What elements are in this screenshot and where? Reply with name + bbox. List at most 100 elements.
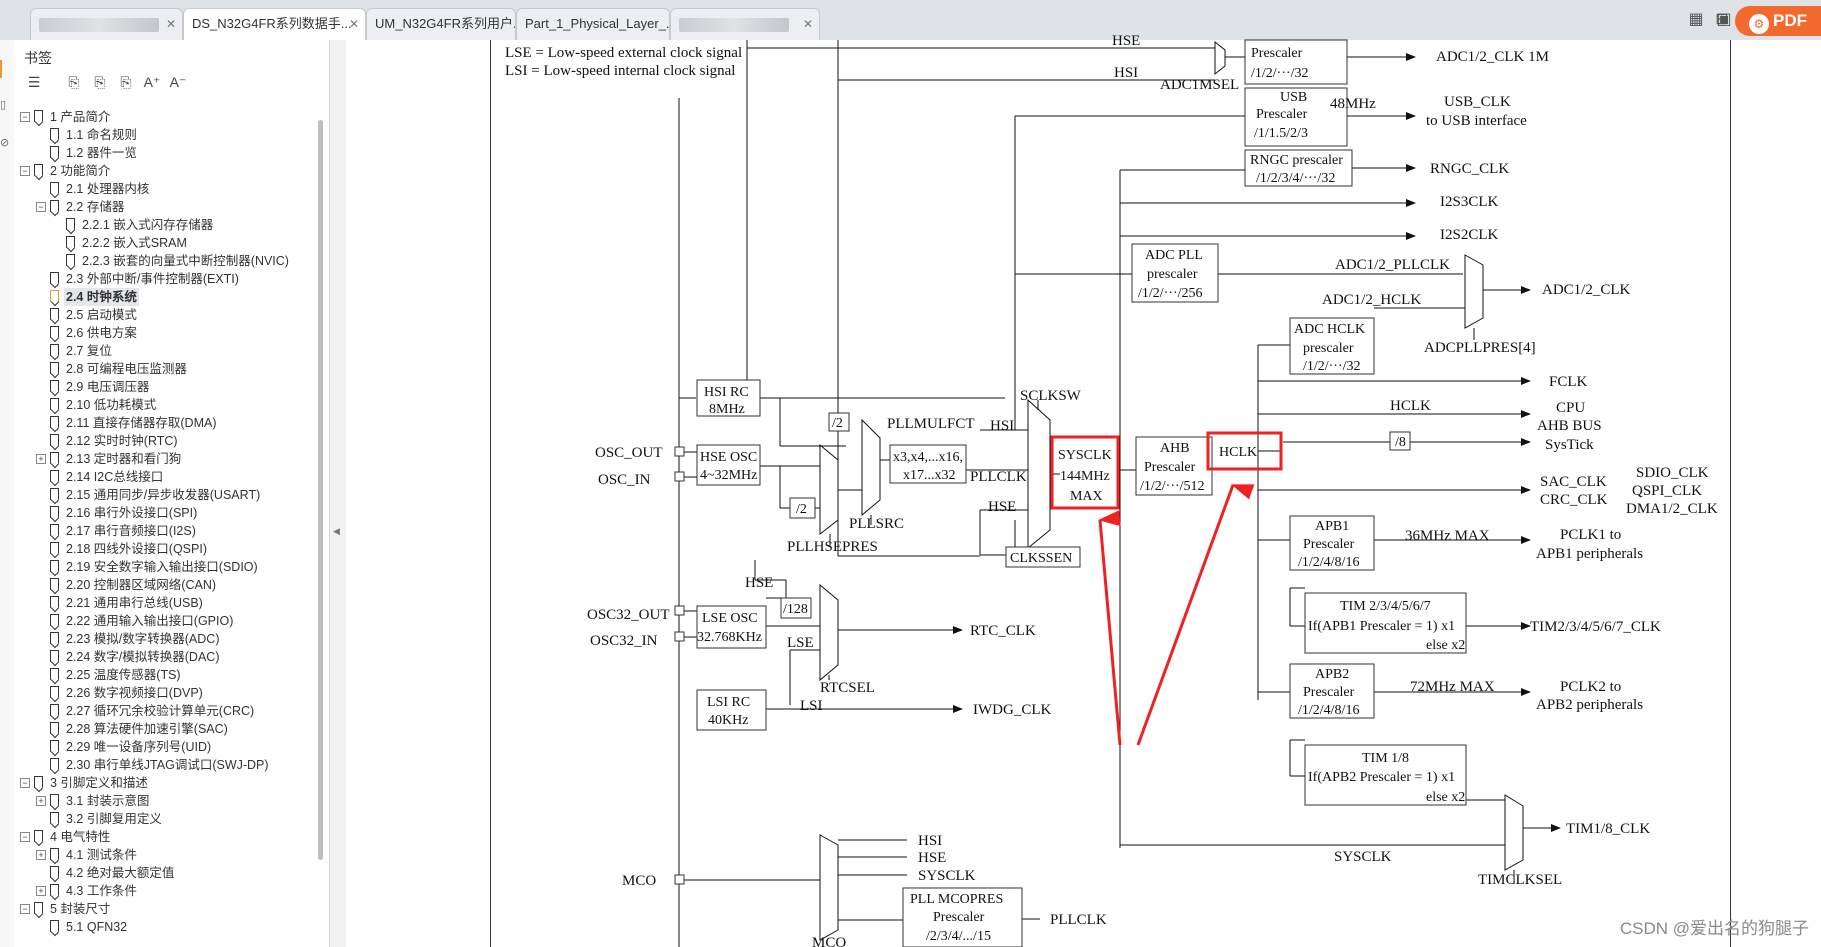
- block-text: RNGC prescaler: [1250, 153, 1343, 168]
- label: ADC1/2_CLK 1M: [1436, 49, 1549, 65]
- red-arrow-hclk: [1136, 484, 1255, 746]
- label: PLLCLK: [970, 469, 1027, 485]
- block-text: APB2: [1315, 667, 1349, 682]
- label: HSE: [1112, 33, 1140, 49]
- label: MCO: [622, 873, 656, 889]
- block-text: APB1: [1315, 519, 1349, 534]
- clock-tree-diagram: LSE = Low-speed external clock signal LS…: [505, 33, 1718, 947]
- block-text: LSE OSC: [702, 611, 758, 626]
- label: PLLHSEPRES: [787, 539, 878, 555]
- block-text: else x2: [1426, 790, 1465, 805]
- label: LSE: [787, 635, 814, 651]
- block-text: x3,x4,...x16,: [893, 450, 963, 465]
- label: TIM1/8_CLK: [1566, 821, 1650, 837]
- label: HSE: [988, 499, 1016, 515]
- block-text: ADC HCLK: [1294, 322, 1365, 337]
- block-text: TIM 2/3/4/5/6/7: [1340, 599, 1431, 614]
- label: SDIO_CLK: [1636, 465, 1709, 481]
- label: ADCPLLPRES[4]: [1424, 340, 1536, 356]
- block-text: /1/1.5/2/3: [1254, 126, 1308, 141]
- block-text: x17...x32: [903, 468, 956, 483]
- label: OSC_OUT: [595, 445, 663, 461]
- label: 48MHz: [1330, 96, 1376, 112]
- label: HSE: [918, 850, 946, 866]
- block-text: HCLK: [1219, 445, 1257, 460]
- block-text: Prescaler: [933, 910, 985, 925]
- label: ADC1/2_PLLCLK: [1335, 257, 1450, 273]
- block-text: 40KHz: [708, 713, 748, 728]
- label: HSI: [918, 833, 942, 849]
- label: HCLK: [1390, 398, 1431, 414]
- label: CRC_CLK: [1540, 492, 1608, 508]
- label: APB2 peripherals: [1536, 697, 1643, 713]
- block-text: AHB: [1160, 441, 1190, 456]
- label: AHB BUS: [1537, 418, 1602, 434]
- block-text: Prescaler: [1251, 46, 1303, 61]
- label: LSI: [800, 698, 823, 714]
- label: PCLK2 to: [1560, 679, 1621, 695]
- label: ADC1/2_HCLK: [1322, 292, 1421, 308]
- label: RNGC_CLK: [1430, 161, 1509, 177]
- block-text: /1/2/3/4/···/32: [1256, 171, 1335, 186]
- label: OSC32_OUT: [587, 607, 670, 623]
- label: SYSCLK: [1334, 849, 1392, 865]
- diagram-text: LSE = Low-speed external clock signal LS…: [505, 33, 1718, 947]
- label: USB_CLK: [1444, 94, 1511, 110]
- block-text: If(APB2 Prescaler = 1) x1: [1308, 770, 1455, 785]
- block-text: /1/2/4/8/16: [1298, 555, 1359, 570]
- block-text: HSI RC: [704, 385, 749, 400]
- watermark: CSDN @爱出名的狗腿子: [1619, 919, 1809, 938]
- label: TIMCLKSEL: [1478, 872, 1562, 888]
- label: QSPI_CLK: [1632, 483, 1702, 499]
- label: APB1 peripherals: [1536, 546, 1643, 562]
- label: SysTick: [1545, 437, 1594, 453]
- label: ADC1MSEL: [1160, 77, 1239, 93]
- label: OSC32_IN: [590, 633, 658, 649]
- block-text: Prescaler: [1256, 107, 1308, 122]
- label: FCLK: [1549, 374, 1588, 390]
- block-text: Prescaler: [1303, 537, 1355, 552]
- block-text: PLL MCOPRES: [910, 892, 1003, 907]
- block-text: prescaler: [1303, 341, 1354, 356]
- label: to USB interface: [1426, 113, 1527, 129]
- block-text: 8MHz: [709, 402, 745, 417]
- label: PLLMULFCT: [887, 416, 975, 432]
- label: HSI: [990, 418, 1014, 434]
- label: I2S2CLK: [1440, 227, 1499, 243]
- block-text: 4~32MHz: [700, 468, 757, 483]
- block-text: /1/2/···/256: [1138, 286, 1203, 301]
- block-text: HSE OSC: [700, 450, 757, 465]
- label: PLLSRC: [849, 516, 904, 532]
- label: HSI: [1114, 65, 1138, 81]
- legend-lsi: LSI = Low-speed internal clock signal: [505, 63, 735, 79]
- block-text: USB: [1280, 90, 1307, 105]
- label: 36MHz MAX: [1405, 528, 1490, 544]
- label: /128: [783, 602, 808, 617]
- block-text: 144MHz: [1060, 469, 1110, 484]
- label: MCO: [812, 935, 846, 947]
- label: SAC_CLK: [1540, 474, 1607, 490]
- label: RTCSEL: [820, 680, 875, 696]
- label: RTC_CLK: [970, 623, 1036, 639]
- label: I2S3CLK: [1440, 194, 1499, 210]
- block-text: prescaler: [1147, 267, 1198, 282]
- block-text: TIM 1/8: [1362, 751, 1409, 766]
- label: SYSCLK: [918, 868, 976, 884]
- label: /2: [832, 416, 843, 431]
- block-text: else x2: [1426, 638, 1465, 653]
- block-text: Prescaler: [1303, 685, 1355, 700]
- block-text: 32.768KHz: [697, 630, 762, 645]
- label: CPU: [1556, 400, 1585, 416]
- block-text: /1/2/···/32: [1303, 359, 1361, 374]
- label: PLLCLK: [1050, 912, 1107, 928]
- block-text: /1/2/4/8/16: [1298, 703, 1359, 718]
- block-text: /1/2/···/32: [1251, 66, 1309, 81]
- label: PCLK1 to: [1560, 527, 1621, 543]
- block-text: LSI RC: [707, 695, 750, 710]
- legend-lse: LSE = Low-speed external clock signal: [505, 45, 742, 61]
- label: SCLKSW: [1020, 388, 1082, 404]
- block-text: /1/2/···/512: [1140, 479, 1205, 494]
- block-text: Prescaler: [1144, 460, 1196, 475]
- block-text: SYSCLK: [1058, 448, 1112, 463]
- block-text: MAX: [1070, 489, 1103, 504]
